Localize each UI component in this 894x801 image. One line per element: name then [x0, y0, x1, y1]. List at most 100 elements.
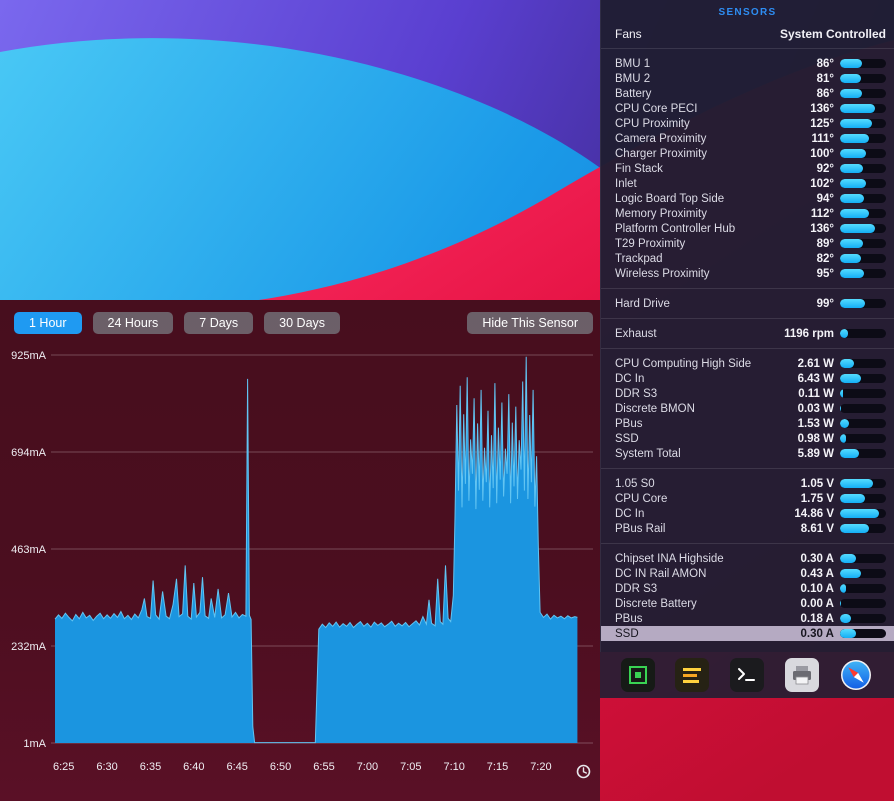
sensor-row-platform-controller-hub[interactable]: Platform Controller Hub 136° — [601, 221, 894, 236]
range-button-1-hour[interactable]: 1 Hour — [14, 312, 82, 334]
sensor-bar — [840, 164, 886, 173]
sensor-label: PBus Rail — [615, 522, 666, 535]
sensor-value: 86° — [816, 87, 834, 100]
clock-icon[interactable] — [576, 764, 591, 779]
sensor-row-trackpad[interactable]: Trackpad 82° — [601, 251, 894, 266]
divider — [601, 318, 894, 319]
sensor-label: DC IN Rail AMON — [615, 567, 707, 580]
sensor-row-inlet[interactable]: Inlet 102° — [601, 176, 894, 191]
sensor-row-hard-drive[interactable]: Hard Drive 99° — [601, 296, 894, 311]
range-button-24-hours[interactable]: 24 Hours — [92, 312, 174, 334]
sensor-row-cpu-core[interactable]: CPU Core 1.75 V — [601, 491, 894, 506]
sensor-bar — [840, 134, 886, 143]
sensor-label: DC In — [615, 372, 645, 385]
sensor-value: 136° — [810, 222, 834, 235]
sensor-value: 112° — [810, 207, 834, 220]
sensor-row-logic-board-top-side[interactable]: Logic Board Top Side 94° — [601, 191, 894, 206]
sensor-bar — [840, 74, 886, 83]
y-axis-label: 694mA — [11, 447, 47, 459]
sensor-row-dc-in[interactable]: DC In 6.43 W — [601, 371, 894, 386]
sensor-value: 0.30 A — [800, 552, 834, 565]
sensor-label: Battery — [615, 87, 652, 100]
sensor-row-cpu-core-peci[interactable]: CPU Core PECI 136° — [601, 101, 894, 116]
sensor-label: System Total — [615, 447, 681, 460]
sensor-row-exhaust[interactable]: Exhaust 1196 rpm — [601, 326, 894, 341]
sensor-value: 2.61 W — [797, 357, 834, 370]
sensor-value: 82° — [816, 252, 834, 265]
sensor-bar — [840, 269, 886, 278]
x-axis-label: 6:55 — [313, 761, 334, 773]
sensor-row-wireless-proximity[interactable]: Wireless Proximity 95° — [601, 266, 894, 281]
sensor-groups: BMU 1 86° BMU 2 81° Battery 86° CPU Core PECI 1… — [601, 53, 894, 644]
sensor-row-1-05-s0[interactable]: 1.05 S0 1.05 V — [601, 476, 894, 491]
sensor-bar — [840, 554, 886, 563]
sensor-label: Discrete BMON — [615, 402, 695, 415]
sensor-row-bmu-2[interactable]: BMU 2 81° — [601, 71, 894, 86]
sensor-label: Discrete Battery — [615, 597, 697, 610]
sensor-value: 0.03 W — [797, 402, 834, 415]
sensor-row-system-total[interactable]: System Total 5.89 W — [601, 446, 894, 461]
sensor-row-dc-in[interactable]: DC In 14.86 V — [601, 506, 894, 521]
printer-icon[interactable] — [784, 658, 819, 692]
safari-icon[interactable] — [839, 658, 873, 692]
range-button-7-days[interactable]: 7 Days — [184, 312, 254, 334]
sensor-row-memory-proximity[interactable]: Memory Proximity 112° — [601, 206, 894, 221]
sensor-label: CPU Computing High Side — [615, 357, 752, 370]
sensor-row-charger-proximity[interactable]: Charger Proximity 100° — [601, 146, 894, 161]
sensor-label: DDR S3 — [615, 582, 658, 595]
sensor-bar — [840, 629, 886, 638]
sensor-value: 86° — [816, 57, 834, 70]
screen: 925mA 694mA 463mA 232mA 1mA 6:25 6:30 6:35 6:40 6… — [0, 0, 894, 801]
sensor-row-dc-in-rail-amon[interactable]: DC IN Rail AMON 0.43 A — [601, 566, 894, 581]
warning-app-icon[interactable] — [675, 658, 710, 692]
hide-this-sensor-button[interactable]: Hide This Sensor — [467, 312, 593, 334]
sensor-label: Camera Proximity — [615, 132, 707, 145]
sensor-row-pbus[interactable]: PBus 0.18 A — [601, 611, 894, 626]
sensor-row-cpu-proximity[interactable]: CPU Proximity 125° — [601, 116, 894, 131]
sensor-label: CPU Core PECI — [615, 102, 698, 115]
sensor-bar — [840, 239, 886, 248]
sensor-value: 1196 rpm — [784, 327, 834, 340]
terminal-icon[interactable] — [729, 658, 764, 692]
sensor-bar — [840, 299, 886, 308]
sensor-bar — [840, 59, 886, 68]
x-axis-label: 6:30 — [96, 761, 117, 773]
x-axis-label: 7:00 — [357, 761, 378, 773]
sensor-value: 136° — [810, 102, 834, 115]
dock — [600, 652, 894, 698]
sensor-row-t29-proximity[interactable]: T29 Proximity 89° — [601, 236, 894, 251]
sensor-row-ssd[interactable]: SSD 0.98 W — [601, 431, 894, 446]
range-button-30-days[interactable]: 30 Days — [264, 312, 341, 334]
sensor-row-pbus[interactable]: PBus 1.53 W — [601, 416, 894, 431]
fans-row[interactable]: Fans System Controlled — [601, 24, 894, 44]
x-axis-label: 6:40 — [183, 761, 204, 773]
circuit-app-icon[interactable] — [620, 658, 655, 692]
sensor-value: 102° — [810, 177, 834, 190]
sensor-bar — [840, 194, 886, 203]
sensor-label: BMU 1 — [615, 57, 651, 70]
sensor-bar — [840, 614, 886, 623]
sensor-label: SSD — [615, 432, 639, 445]
sensor-bar — [840, 374, 886, 383]
sensor-row-pbus-rail[interactable]: PBus Rail 8.61 V — [601, 521, 894, 536]
sensor-row-discrete-bmon[interactable]: Discrete BMON 0.03 W — [601, 401, 894, 416]
sensor-group: 1.05 S0 1.05 V CPU Core 1.75 V DC In 14.86 VP… — [601, 473, 894, 539]
sensor-bar — [840, 329, 886, 338]
sensor-label: PBus — [615, 612, 643, 625]
sensor-row-cpu-computing-high-side[interactable]: CPU Computing High Side 2.61 W — [601, 356, 894, 371]
sensor-row-battery[interactable]: Battery 86° — [601, 86, 894, 101]
sensor-label: Trackpad — [615, 252, 663, 265]
sensor-row-camera-proximity[interactable]: Camera Proximity 111° — [601, 131, 894, 146]
sensor-row-chipset-ina-highside[interactable]: Chipset INA Highside 0.30 A — [601, 551, 894, 566]
sensor-row-discrete-battery[interactable]: Discrete Battery 0.00 A — [601, 596, 894, 611]
sensor-bar — [840, 359, 886, 368]
sensor-value: 0.11 W — [798, 387, 834, 400]
sensor-row-ssd[interactable]: SSD 0.30 A — [601, 626, 894, 641]
sensor-row-ddr-s3[interactable]: DDR S3 0.10 A — [601, 581, 894, 596]
sensor-row-bmu-1[interactable]: BMU 1 86° — [601, 56, 894, 71]
sensors-panel: SENSORS Fans System Controlled BMU 1 86° B… — [600, 0, 894, 652]
sensor-row-fin-stack[interactable]: Fin Stack 92° — [601, 161, 894, 176]
sensor-bar — [840, 524, 886, 533]
sensor-row-ddr-s3[interactable]: DDR S3 0.11 W — [601, 386, 894, 401]
sensor-value: 95° — [816, 267, 834, 280]
